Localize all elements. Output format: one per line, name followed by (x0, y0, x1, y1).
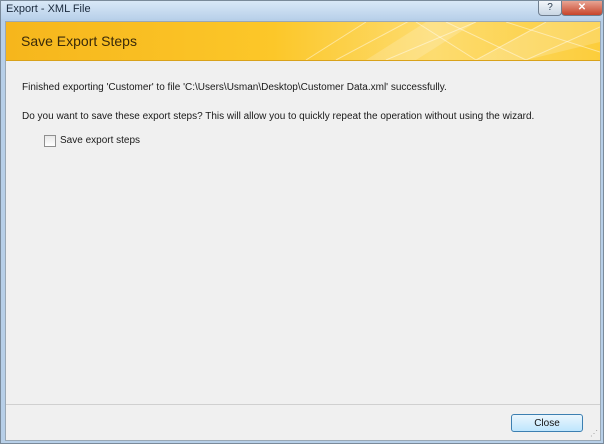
result-message: Finished exporting 'Customer' to file 'C… (22, 82, 447, 93)
footer-divider (6, 404, 600, 405)
help-button[interactable]: ? (538, 1, 562, 16)
save-export-steps-label[interactable]: Save export steps (60, 135, 140, 146)
banner-title: Save Export Steps (21, 33, 137, 49)
resize-grip-icon[interactable]: ⋰ (590, 429, 598, 438)
export-dialog-window: Export - XML File ? ✕ Save Export Steps … (0, 0, 604, 444)
save-prompt-text: Do you want to save these export steps? … (22, 111, 535, 122)
title-bar[interactable]: Export - XML File ? ✕ (1, 1, 603, 19)
window-title: Export - XML File (6, 3, 91, 15)
dialog-body: Save Export Steps Finished exporting 'Cu… (5, 21, 601, 441)
save-export-steps-checkbox[interactable] (44, 135, 56, 147)
header-banner: Save Export Steps (6, 22, 600, 61)
window-close-button[interactable]: ✕ (561, 1, 603, 16)
close-button[interactable]: Close (511, 414, 583, 432)
